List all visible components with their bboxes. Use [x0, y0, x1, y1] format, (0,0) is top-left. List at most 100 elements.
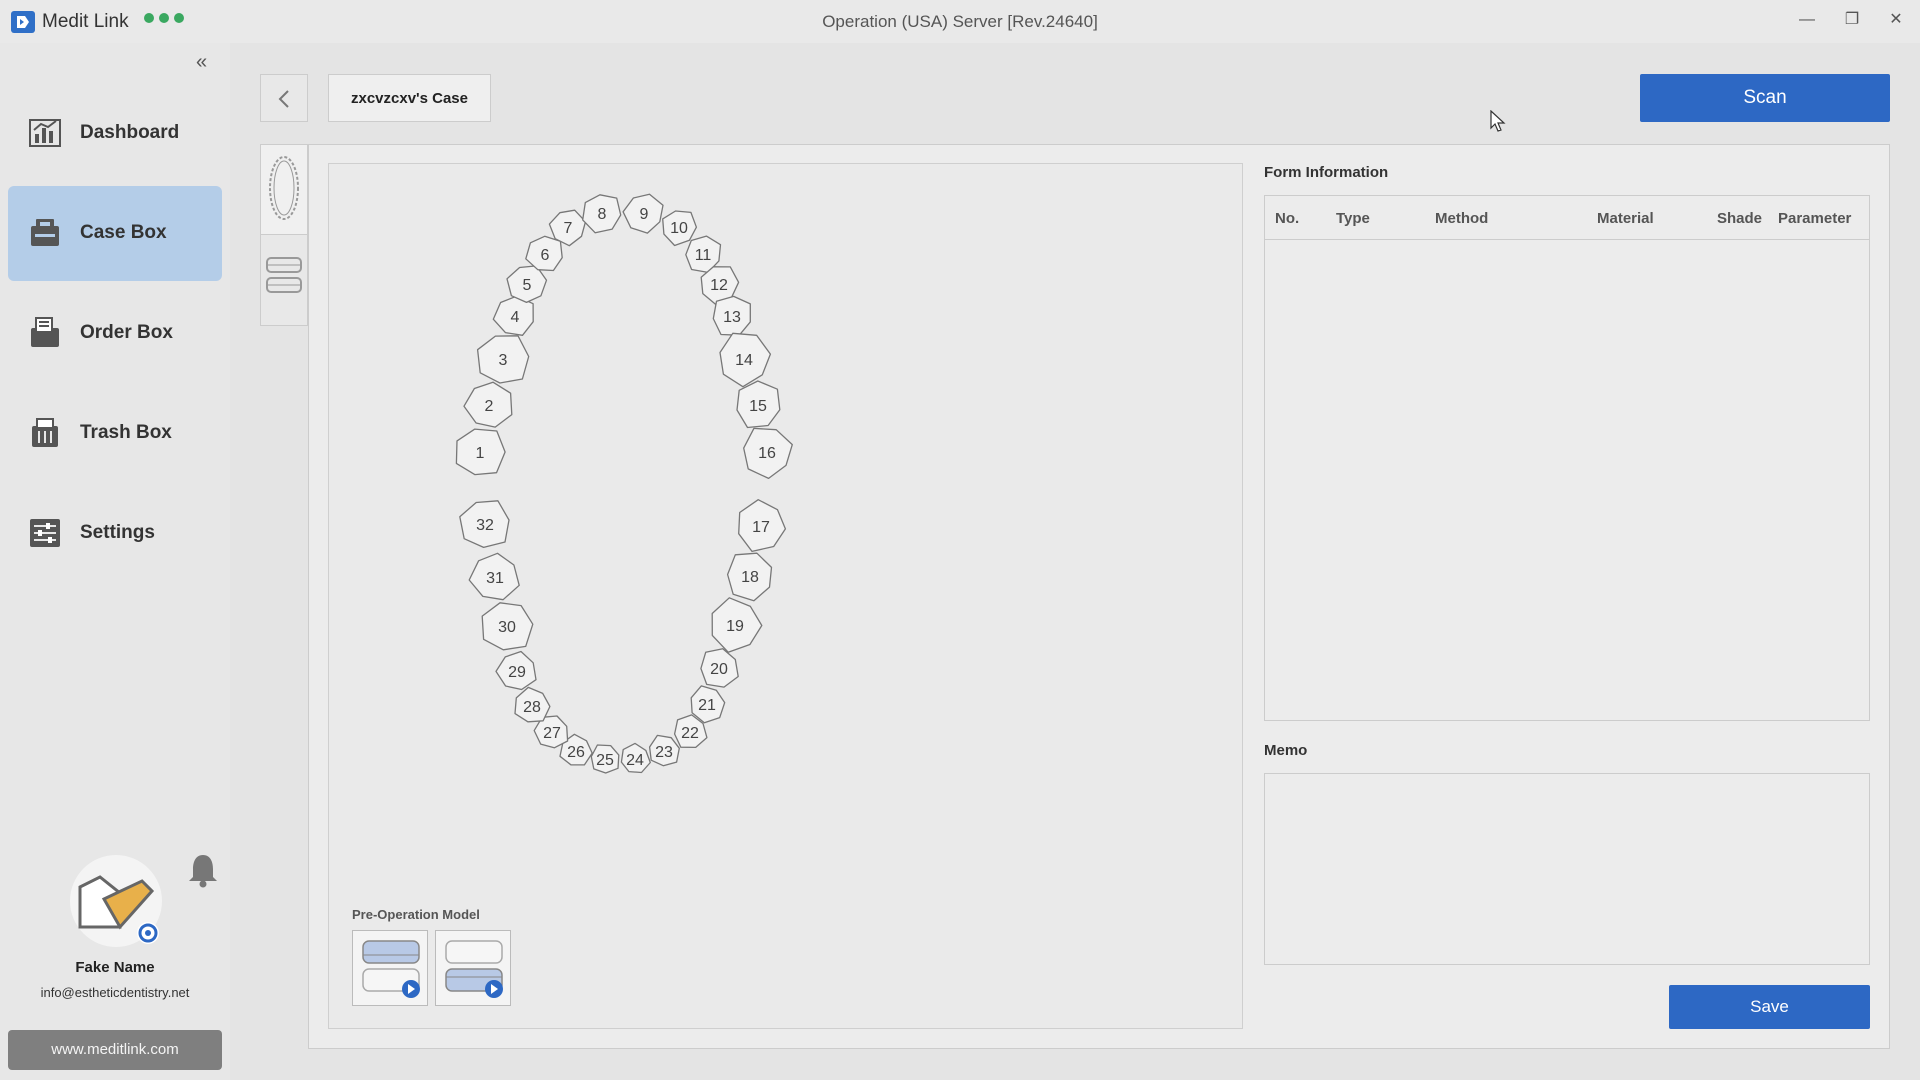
tooth-number: 11	[695, 247, 712, 264]
chevron-left-icon	[278, 90, 289, 108]
tooth-number: 31	[486, 570, 504, 587]
tooth-23[interactable]: 23	[648, 734, 680, 767]
tooth-number: 26	[567, 744, 585, 761]
sidebar-item-dashboard[interactable]: Dashboard	[8, 86, 222, 181]
settings-icon	[30, 519, 60, 547]
tooth-25[interactable]: 25	[590, 744, 620, 774]
tooth-number: 14	[735, 352, 753, 369]
tooth-15[interactable]: 15	[736, 380, 781, 429]
column-no[interactable]: No.	[1275, 210, 1299, 227]
dashboard-icon	[29, 119, 61, 147]
tooth-number: 2	[485, 398, 494, 415]
tooth-number: 32	[476, 517, 494, 534]
tooth-14[interactable]: 14	[719, 332, 772, 388]
tooth-32[interactable]: 32	[459, 500, 510, 549]
window-title: Operation (USA) Server [Rev.24640]	[822, 12, 1098, 31]
tooth-13[interactable]: 13	[712, 295, 751, 336]
tooth-2[interactable]: 2	[463, 381, 513, 428]
form-information-table: No. Type Method Material Shade Parameter	[1264, 195, 1870, 721]
upper-jaw-icon	[362, 940, 420, 998]
sidebar-item-label: Trash Box	[80, 422, 172, 443]
column-type[interactable]: Type	[1336, 210, 1370, 227]
avatar[interactable]	[70, 855, 162, 947]
collapse-sidebar-button[interactable]: «	[196, 51, 207, 74]
save-button[interactable]: Save	[1669, 985, 1870, 1029]
sidebar-item-case-box[interactable]: Case Box	[8, 186, 222, 281]
tooth-17[interactable]: 17	[738, 499, 787, 553]
tooth-number: 25	[596, 752, 614, 769]
scan-button[interactable]: Scan	[1640, 74, 1890, 122]
close-button[interactable]: ✕	[1876, 6, 1916, 34]
notification-bell-icon[interactable]	[186, 851, 220, 889]
tooth-number: 9	[640, 206, 649, 223]
tooth-number: 23	[655, 744, 673, 761]
tooth-16[interactable]: 16	[743, 427, 793, 480]
tooth-number: 13	[723, 309, 741, 326]
tooth-number: 21	[698, 697, 716, 714]
tooth-30[interactable]: 30	[481, 602, 534, 651]
tooth-9[interactable]: 9	[622, 193, 664, 234]
case-tab[interactable]: zxcvzcxv's Case	[328, 74, 491, 122]
table-header: No. Type Method Material Shade Parameter	[1265, 196, 1869, 240]
tooth-number: 5	[523, 277, 532, 294]
tooth-chart-svg: 12345678 91011121314151617181920212223242…	[455, 193, 793, 774]
tooth-number: 29	[508, 664, 526, 681]
tooth-18[interactable]: 18	[726, 552, 773, 602]
tab-tooth-chart[interactable]	[261, 145, 307, 235]
tooth-3[interactable]: 3	[476, 335, 530, 384]
pre-operation-lower-thumbnail[interactable]	[435, 930, 511, 1006]
trash-box-icon	[32, 418, 58, 447]
tooth-5[interactable]: 5	[506, 265, 548, 304]
column-method[interactable]: Method	[1435, 210, 1488, 227]
pre-operation-label: Pre-Operation Model	[352, 907, 480, 922]
tooth-8[interactable]: 8	[582, 194, 622, 234]
sidebar-item-label: Order Box	[80, 322, 173, 343]
website-button[interactable]: www.meditlink.com	[8, 1030, 222, 1070]
tooth-19[interactable]: 19	[711, 597, 763, 653]
maximize-button[interactable]: ❐	[1832, 6, 1872, 34]
form-information-title: Form Information	[1264, 164, 1389, 181]
tooth-number: 12	[710, 277, 728, 294]
column-material[interactable]: Material	[1597, 210, 1654, 227]
tooth-21[interactable]: 21	[690, 685, 726, 724]
tooth-24[interactable]: 24	[620, 742, 651, 774]
case-box-icon	[31, 219, 59, 246]
tooth-number: 28	[523, 699, 541, 716]
tooth-number: 22	[681, 725, 699, 742]
tooth-number: 6	[541, 247, 550, 264]
column-shade[interactable]: Shade	[1717, 210, 1762, 227]
tooth-number: 8	[598, 206, 607, 223]
memo-textarea[interactable]	[1264, 773, 1870, 965]
sidebar-item-label: Dashboard	[80, 122, 180, 143]
sidebar-item-settings[interactable]: Settings	[8, 486, 222, 581]
tab-jaw-model[interactable]	[261, 236, 307, 326]
tooth-number: 1	[476, 445, 485, 462]
back-button[interactable]	[260, 74, 308, 122]
tooth-number: 15	[749, 398, 767, 415]
memo-title: Memo	[1264, 742, 1308, 759]
tooth-number: 30	[498, 619, 516, 636]
sidebar-item-trash-box[interactable]: Trash Box	[8, 386, 222, 481]
view-tabs	[260, 144, 308, 326]
column-parameter[interactable]: Parameter	[1778, 210, 1851, 227]
tooth-number: 27	[543, 725, 561, 742]
sidebar: « Dashboard Case Box Order Box Trash Box	[0, 43, 230, 1080]
tooth-number: 4	[511, 309, 520, 326]
tooth-number: 24	[626, 752, 644, 769]
tooth-31[interactable]: 31	[468, 552, 520, 601]
tooth-6[interactable]: 6	[525, 235, 563, 272]
minimize-button[interactable]: —	[1787, 6, 1827, 34]
tooth-number: 18	[741, 569, 759, 586]
tooth-28[interactable]: 28	[514, 686, 551, 723]
tooth-20[interactable]: 20	[700, 648, 739, 688]
tooth-number: 16	[758, 445, 776, 462]
mouse-cursor-icon	[1490, 110, 1506, 132]
pre-operation-upper-thumbnail[interactable]	[352, 930, 428, 1006]
tooth-29[interactable]: 29	[495, 650, 537, 691]
tooth-1[interactable]: 1	[455, 428, 506, 476]
sidebar-item-order-box[interactable]: Order Box	[8, 286, 222, 381]
lower-jaw-icon	[445, 940, 503, 998]
folder-avatar-icon	[78, 875, 159, 944]
tooth-number: 20	[710, 661, 728, 678]
jaw-model-icon	[266, 257, 302, 293]
